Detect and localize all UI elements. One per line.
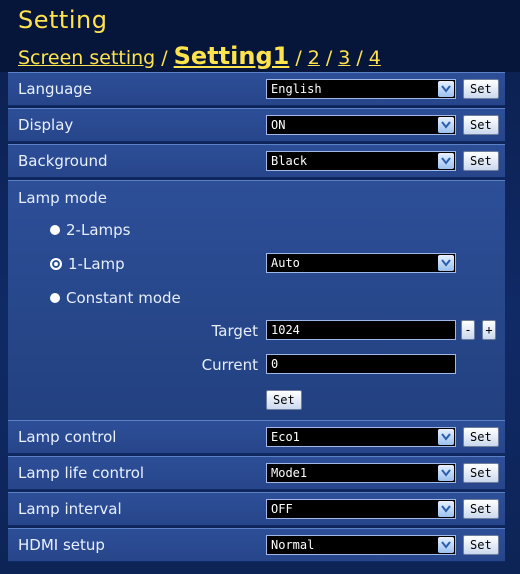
target-increment-button[interactable]: +	[482, 320, 496, 340]
one-lamp-value: Auto	[271, 256, 300, 270]
lamp-life-control-label: Lamp life control	[18, 464, 145, 482]
target-label: Target	[211, 322, 258, 340]
lamp-life-control-select[interactable]: Mode1	[266, 463, 456, 483]
language-select[interactable]: English	[266, 79, 456, 99]
breadcrumb-separator: /	[295, 47, 302, 69]
target-decrement-button[interactable]: -	[461, 320, 475, 340]
lamp-interval-value: OFF	[271, 502, 293, 516]
radio-unselected-icon	[50, 225, 60, 235]
radio-constant-mode[interactable]: Constant mode	[50, 289, 181, 307]
lamp-life-control-set-button[interactable]: Set	[463, 463, 499, 483]
radio-1-lamp[interactable]: 1-Lamp	[50, 255, 125, 273]
breadcrumb-page-4[interactable]: 4	[369, 47, 381, 69]
radio-constant-mode-label: Constant mode	[66, 289, 181, 307]
radio-2-lamps-label: 2-Lamps	[66, 221, 131, 239]
breadcrumb-separator: /	[325, 47, 333, 69]
breadcrumb-setting1: Setting1	[173, 42, 290, 70]
radio-2-lamps[interactable]: 2-Lamps	[50, 221, 130, 239]
background-value: Black	[271, 154, 308, 168]
page-title: Setting	[18, 6, 108, 34]
target-input[interactable]: 1024	[266, 320, 456, 340]
radio-1-lamp-label: 1-Lamp	[68, 255, 125, 273]
display-select[interactable]: ON	[266, 115, 456, 135]
lamp-mode-set-button[interactable]: Set	[266, 390, 302, 410]
row-lamp-life-control: Lamp life control Mode1 Set	[8, 456, 505, 490]
breadcrumb: Screen setting / Setting1 / 2 / 3 / 4	[18, 42, 381, 70]
breadcrumb-page-2[interactable]: 2	[308, 47, 320, 69]
one-lamp-select[interactable]: Auto	[266, 253, 456, 273]
lamp-interval-set-button[interactable]: Set	[463, 499, 499, 519]
breadcrumb-screen-setting[interactable]: Screen setting	[18, 47, 155, 69]
lamp-control-label: Lamp control	[18, 428, 117, 446]
chevron-down-icon[interactable]	[438, 465, 454, 481]
lamp-interval-select[interactable]: OFF	[266, 499, 456, 519]
language-label: Language	[18, 80, 93, 98]
row-background: Background Black Set	[8, 144, 505, 178]
chevron-down-icon[interactable]	[438, 255, 454, 271]
hdmi-setup-set-button[interactable]: Set	[463, 535, 499, 555]
chevron-down-icon[interactable]	[438, 537, 454, 553]
language-set-button[interactable]: Set	[463, 79, 499, 99]
display-set-button[interactable]: Set	[463, 115, 499, 135]
lamp-mode-section: Lamp mode 2-Lamps 1-Lamp Auto Constant m…	[8, 180, 505, 432]
breadcrumb-page-3[interactable]: 3	[338, 47, 350, 69]
background-set-button[interactable]: Set	[463, 151, 499, 171]
lamp-control-set-button[interactable]: Set	[463, 427, 499, 447]
row-display: Display ON Set	[8, 108, 505, 142]
lamp-life-control-value: Mode1	[271, 466, 308, 480]
lamp-mode-title: Lamp mode	[18, 189, 107, 207]
breadcrumb-separator: /	[161, 47, 168, 69]
chevron-down-icon[interactable]	[438, 117, 454, 133]
hdmi-setup-value: Normal	[271, 538, 315, 552]
settings-window: Setting Screen setting / Setting1 / 2 / …	[0, 0, 520, 574]
row-lamp-control: Lamp control Eco1 Set	[8, 420, 505, 454]
chevron-down-icon[interactable]	[438, 153, 454, 169]
display-value: ON	[271, 118, 286, 132]
chevron-down-icon[interactable]	[438, 501, 454, 517]
hdmi-setup-label: HDMI setup	[18, 536, 105, 554]
hdmi-setup-select[interactable]: Normal	[266, 535, 456, 555]
row-language: Language English Set	[8, 72, 505, 106]
background-label: Background	[18, 152, 108, 170]
language-value: English	[271, 82, 322, 96]
chevron-down-icon[interactable]	[438, 429, 454, 445]
current-input: 0	[266, 354, 456, 374]
header: Setting Screen setting / Setting1 / 2 / …	[0, 0, 520, 72]
radio-unselected-icon	[50, 293, 60, 303]
row-hdmi-setup: HDMI setup Normal Set	[8, 528, 505, 562]
current-label: Current	[201, 356, 258, 374]
breadcrumb-separator: /	[356, 47, 363, 69]
row-lamp-interval: Lamp interval OFF Set	[8, 492, 505, 526]
display-label: Display	[18, 116, 74, 134]
lamp-control-select[interactable]: Eco1	[266, 427, 456, 447]
radio-selected-icon	[50, 258, 62, 270]
lamp-interval-label: Lamp interval	[18, 500, 122, 518]
background-select[interactable]: Black	[266, 151, 456, 171]
chevron-down-icon[interactable]	[438, 81, 454, 97]
lamp-control-value: Eco1	[271, 430, 300, 444]
